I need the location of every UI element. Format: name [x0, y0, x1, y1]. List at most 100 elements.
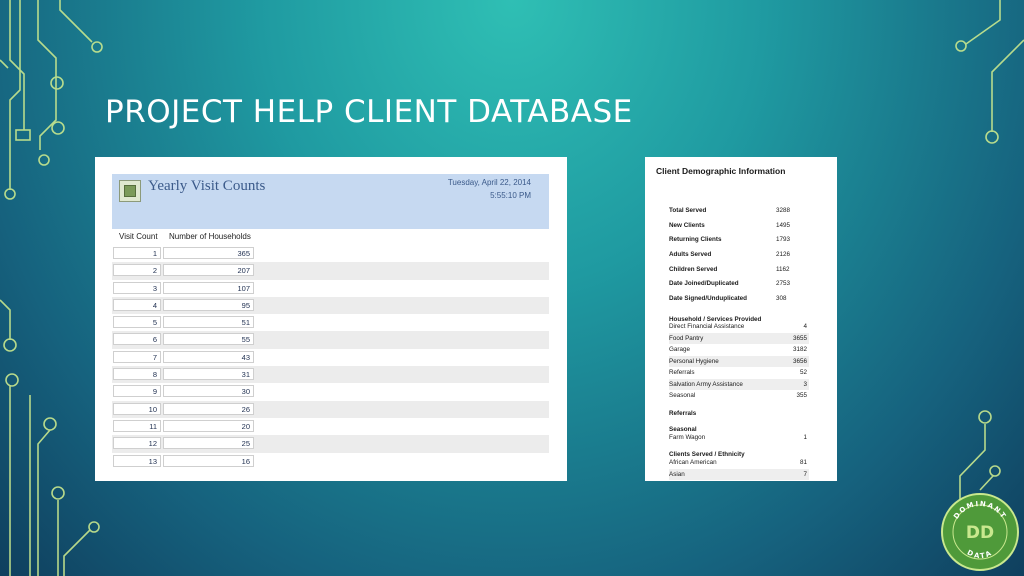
households-cell: 107	[163, 281, 254, 294]
item-label: Farm Wagon	[669, 434, 706, 441]
visit-count-cell: 11	[113, 419, 161, 432]
report-time: 5:55:10 PM	[490, 191, 531, 200]
total-value: 3288	[776, 207, 791, 214]
visit-count-cell: 6	[113, 333, 161, 346]
total-value: 2753	[776, 280, 791, 288]
demographic-title: Client Demographic Information	[656, 166, 786, 176]
table-row: 4 95	[112, 296, 549, 315]
list-item: Garage 3182	[669, 344, 809, 356]
table-row: 2 207	[112, 262, 549, 280]
column-header-visit-count: Visit Count	[119, 232, 158, 241]
list-item: Seasonal 355	[669, 390, 809, 402]
item-value: 7	[803, 470, 807, 478]
table-row: 10 26	[112, 400, 549, 418]
visit-count-cell: 3	[113, 281, 161, 294]
item-label: Seasonal	[669, 392, 696, 399]
list-item: Asian 7	[669, 468, 809, 480]
total-value: 1162	[776, 265, 790, 273]
visit-count-cell: 10	[113, 402, 161, 415]
list-item: Personal Hygiene 3656	[669, 355, 809, 367]
visit-count-cell: 9	[113, 385, 161, 398]
households-cell: 207	[163, 264, 254, 277]
table-row: 13 16	[112, 453, 549, 470]
list-item: Direct Financial Assistance 4	[669, 321, 809, 333]
referrals-title: Referrals	[669, 410, 697, 417]
services-list: Direct Financial Assistance 4 Food Pantry 3…	[669, 321, 809, 402]
list-item: Farm Wagon 1	[669, 432, 809, 444]
households-cell: 43	[163, 350, 254, 363]
total-row: Returning Clients 1793	[669, 236, 819, 251]
report-header: Yearly Visit Counts Tuesday, April 22, 2…	[112, 174, 549, 229]
total-row: Date Signed/Unduplicated 308	[669, 295, 819, 310]
item-label: Salvation Army Assistance	[669, 380, 743, 388]
table-row: 7 43	[112, 349, 549, 366]
total-label: Date Joined/Duplicated	[669, 280, 739, 288]
item-label: Referrals	[669, 369, 695, 376]
logo-monogram: DD	[966, 523, 994, 543]
visit-count-cell: 13	[113, 454, 161, 467]
report-title: Yearly Visit Counts	[148, 178, 266, 194]
total-value: 1495	[776, 221, 791, 229]
item-value: 4	[803, 323, 807, 330]
list-item: Salvation Army Assistance 3	[669, 378, 809, 390]
item-value: 52	[799, 369, 807, 376]
report-date: Tuesday, April 22, 2014	[447, 178, 531, 187]
total-label: New Clients	[669, 221, 705, 229]
ethnicity-list: African American 81 Asian 7	[669, 457, 809, 480]
table-row: 3 107	[112, 280, 549, 297]
item-label: Personal Hygiene	[669, 357, 719, 365]
households-cell: 25	[163, 437, 254, 450]
households-cell: 95	[163, 298, 254, 311]
item-value: 355	[796, 392, 807, 399]
table-row: 1 365	[112, 245, 549, 262]
total-row: Children Served 1162	[669, 266, 819, 281]
column-header-households: Number of Households	[169, 232, 251, 241]
total-label: Total Served	[669, 207, 707, 214]
item-value: 3182	[792, 346, 807, 353]
item-value: 81	[799, 459, 807, 466]
visit-count-cell: 4	[113, 298, 161, 311]
total-label: Returning Clients	[669, 236, 722, 244]
visit-count-cell: 1	[113, 247, 161, 259]
total-row: New Clients 1495	[669, 222, 819, 237]
table-row: 12 25	[112, 435, 549, 453]
list-item: Referrals 52	[669, 367, 809, 379]
households-cell: 26	[163, 402, 254, 415]
households-cell: 365	[163, 247, 254, 259]
total-label: Adults Served	[669, 251, 712, 259]
yearly-visit-report: Yearly Visit Counts Tuesday, April 22, 2…	[95, 157, 567, 481]
visit-count-cell: 5	[113, 316, 161, 329]
item-label: Direct Financial Assistance	[669, 323, 745, 330]
total-value: 1793	[776, 236, 791, 244]
list-item: African American 81	[669, 457, 809, 469]
households-cell: 20	[163, 419, 254, 432]
visit-count-cell: 8	[113, 368, 161, 381]
total-label: Children Served	[669, 265, 718, 273]
item-value: 3656	[792, 357, 807, 365]
table-row: 11 20	[112, 418, 549, 435]
item-label: Garage	[669, 346, 691, 353]
visit-count-cell: 2	[113, 264, 161, 277]
item-label: Asian	[669, 470, 685, 478]
dominant-data-logo: DOMINANT DATA DD	[941, 493, 1019, 571]
households-cell: 31	[163, 368, 254, 381]
table-row: 6 55	[112, 331, 549, 349]
item-value: 1	[803, 434, 807, 441]
total-row: Adults Served 2126	[669, 251, 819, 266]
total-value: 308	[776, 295, 787, 303]
list-item: Food Pantry 3655	[669, 332, 809, 344]
visit-count-cell: 7	[113, 350, 161, 363]
item-value: 3	[803, 380, 807, 388]
households-cell: 16	[163, 454, 254, 467]
seasonal-list: Farm Wagon 1	[669, 432, 809, 444]
report-icon	[119, 180, 141, 202]
slide-title: PROJECT HELP CLIENT DATABASE	[105, 94, 633, 130]
demographic-panel: Client Demographic Information Total Ser…	[645, 157, 837, 481]
visit-count-cell: 12	[113, 437, 161, 450]
totals-list: Total Served 3288 New Clients 1495 Returning…	[669, 207, 819, 310]
report-rows: 1 365 2 207 3 107 4 95 5 51 6 55 7 43 8 31 9 30 10 26 11 20 12…	[112, 245, 549, 470]
households-cell: 30	[163, 385, 254, 398]
item-label: African American	[669, 459, 717, 466]
table-row: 9 30	[112, 383, 549, 400]
total-value: 2126	[776, 251, 791, 259]
